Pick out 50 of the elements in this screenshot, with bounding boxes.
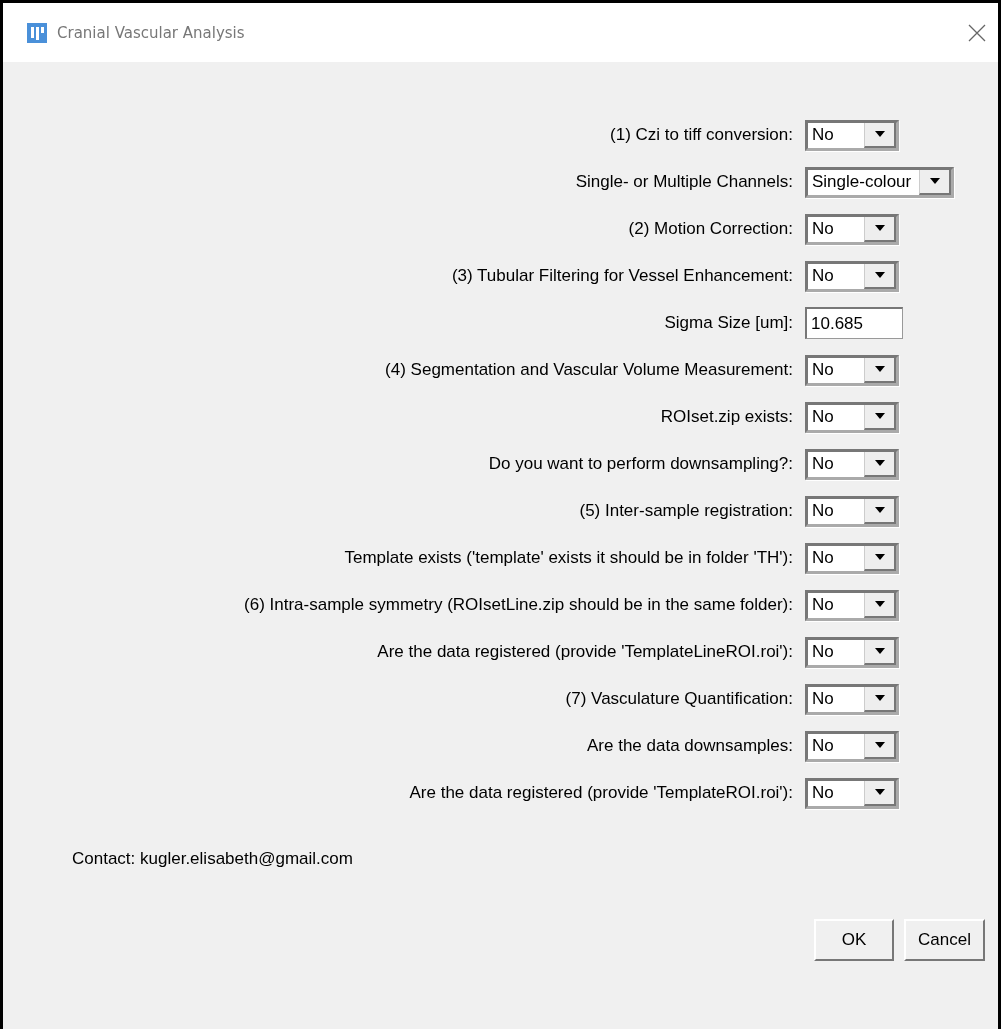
dropdown[interactable]: No [805,260,899,292]
field-label: Sigma Size [um]: [663,313,793,333]
dropdown[interactable]: No [805,683,899,715]
dropdown[interactable]: No [805,213,899,245]
app-icon [27,22,47,43]
field-label: Single- or Multiple Channels: [574,172,793,192]
field-label: (5) Inter-sample registration: [578,501,793,521]
dropdown[interactable]: Single-colour [805,166,955,198]
dropdown[interactable]: No [805,636,899,668]
caret-icon [874,460,885,466]
cancel-button[interactable]: Cancel [904,919,985,961]
field-label: Are the data registered (provide 'TemplateROI.roi'): [408,783,793,803]
caret-icon [874,648,885,654]
window-title: Cranial Vascular Analysis [57,23,245,42]
field-label: (3) Tubular Filtering for Vessel Enhancement: [450,266,793,286]
caret-icon [874,131,885,137]
contact-text: Contact: kugler.elisabeth@gmail.com [71,848,354,869]
dropdown[interactable]: No [805,119,899,151]
caret-icon [874,601,885,607]
dropdown[interactable]: No [805,542,899,574]
caret-icon [874,225,885,231]
field-label: Are the data downsamples: [586,736,793,756]
ok-button[interactable]: OK [814,919,895,961]
dropdown[interactable]: No [805,730,899,762]
field-label: (4) Segmentation and Vascular Volume Measurement: [384,360,793,380]
caret-icon [874,695,885,701]
caret-icon [874,272,885,278]
field-label: (2) Motion Correction: [627,219,793,239]
dropdown[interactable]: No [805,354,899,386]
field-label: (1) Czi to tiff conversion: [609,125,793,145]
input-field[interactable]: 10.685 [805,307,903,339]
dropdown[interactable]: No [805,401,899,433]
dropdown[interactable]: No [805,448,899,480]
field-label: (6) Intra-sample symmetry (ROIsetLine.zip should be in the same folder): [243,595,793,615]
dropdown[interactable]: No [805,589,899,621]
field-label: (7) Vasculature Quantification: [564,689,793,709]
dropdown[interactable]: No [805,777,899,809]
close-icon[interactable] [968,23,986,42]
caret-icon [874,366,885,372]
field-label: Do you want to perform downsampling?: [487,454,793,474]
field-label: ROIset.zip exists: [659,407,793,427]
caret-icon [874,742,885,748]
field-label: Are the data registered (provide 'TemplateLineROI.roi'): [376,642,793,662]
caret-icon [874,554,885,560]
caret-icon [929,178,940,184]
dropdown[interactable]: No [805,495,899,527]
caret-icon [874,789,885,795]
field-label: Template exists ('template' exists it should be in folder 'TH'): [343,548,793,568]
caret-icon [874,507,885,513]
caret-icon [874,413,885,419]
